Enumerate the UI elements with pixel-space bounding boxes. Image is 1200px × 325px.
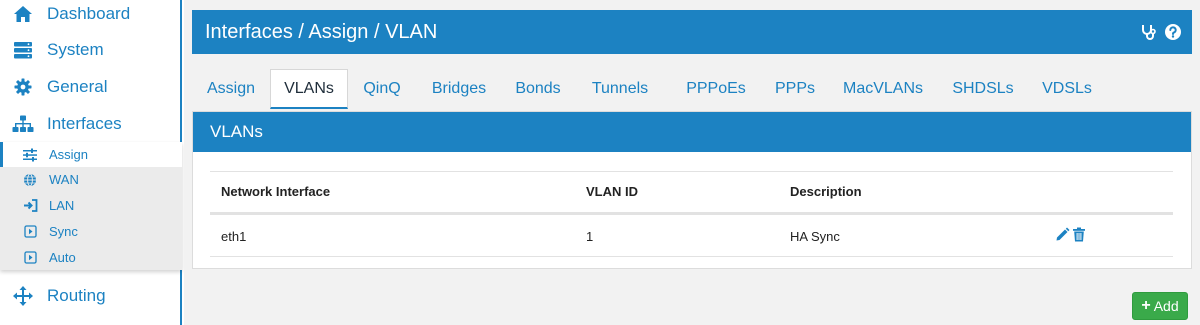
gear-icon (12, 76, 34, 98)
caret-square-icon (22, 250, 38, 266)
tab-pppoes[interactable]: PPPoEs (671, 69, 761, 109)
main-content: Interfaces / Assign / VLAN Assign VLANs … (184, 0, 1200, 325)
sidebar-item-general[interactable]: General (0, 69, 180, 105)
sidebar-item-label: Interfaces (47, 114, 122, 133)
tab-vlans[interactable]: VLANs (270, 69, 348, 109)
tab-tunnels[interactable]: Tunnels (581, 69, 659, 109)
column-header-network-interface: Network Interface (221, 184, 331, 199)
sidebar-item-interfaces[interactable]: Interfaces (0, 106, 180, 142)
submenu-item-wan[interactable]: WAN (0, 167, 182, 192)
submenu-item-label: Auto (49, 250, 76, 265)
sidebar: Dashboard System General Interfaces Assi… (0, 0, 182, 325)
sidebar-item-label: Dashboard (47, 4, 131, 23)
header-icons (1140, 23, 1182, 46)
tab-vdsls[interactable]: VDSLs (1032, 69, 1102, 109)
submenu-item-label: LAN (49, 198, 75, 213)
plus-icon: + (1141, 297, 1151, 314)
tab-macvlans[interactable]: MacVLANs (830, 69, 936, 109)
sidebar-item-routing[interactable]: Routing (0, 278, 180, 314)
tab-shdsls[interactable]: SHDSLs (943, 69, 1023, 109)
app-root: Dashboard System General Interfaces Assi… (0, 0, 1200, 325)
panel-header: VLANs (193, 112, 1191, 152)
server-icon (12, 39, 34, 61)
interfaces-submenu: Assign WAN LAN Sync Auto (0, 142, 182, 270)
sitemap-icon (12, 113, 34, 135)
tab-bar: Assign VLANs QinQ Bridges Bonds Tunnels … (192, 69, 1192, 109)
add-button-label: Add (1153, 298, 1179, 314)
tab-ppps[interactable]: PPPs (765, 69, 825, 109)
tab-bonds[interactable]: Bonds (505, 69, 571, 109)
tab-bridges[interactable]: Bridges (422, 69, 496, 109)
table-header-divider (210, 212, 1173, 215)
edit-icon[interactable] (1055, 227, 1070, 242)
page-header: Interfaces / Assign / VLAN (192, 10, 1192, 54)
globe-icon (22, 172, 38, 188)
sidebar-item-label: System (47, 40, 104, 59)
panel-title: VLANs (210, 122, 263, 141)
table-top-border (210, 171, 1173, 172)
tab-assign[interactable]: Assign (196, 69, 266, 109)
page-title: Interfaces / Assign / VLAN (205, 21, 438, 43)
home-icon (12, 3, 34, 25)
sliders-icon (22, 147, 38, 163)
add-button[interactable]: + Add (1132, 292, 1188, 320)
arrows-icon (12, 285, 34, 307)
vlans-panel: VLANs Network Interface VLAN ID Descript… (192, 111, 1192, 269)
column-header-description: Description (790, 184, 862, 199)
table-bottom-border (210, 256, 1173, 257)
tab-qinq[interactable]: QinQ (355, 69, 409, 109)
cell-vlan-id: 1 (586, 229, 594, 244)
column-header-vlan-id: VLAN ID (586, 184, 638, 199)
sidebar-item-label: Routing (47, 286, 106, 305)
sidebar-item-system[interactable]: System (0, 32, 180, 68)
sidebar-item-label: General (47, 77, 108, 96)
cell-network-interface: eth1 (221, 229, 247, 244)
submenu-item-auto[interactable]: Auto (0, 245, 182, 270)
trash-icon[interactable] (1072, 227, 1086, 242)
cell-description: HA Sync (790, 229, 840, 244)
caret-square-icon (22, 224, 38, 240)
submenu-item-label: WAN (49, 172, 79, 187)
submenu-item-lan[interactable]: LAN (0, 193, 182, 218)
stethoscope-icon[interactable] (1140, 23, 1158, 46)
row-actions (1055, 227, 1086, 242)
sign-in-icon (22, 198, 38, 214)
submenu-item-label: Sync (49, 224, 78, 239)
submenu-item-label: Assign (49, 147, 89, 162)
submenu-item-assign[interactable]: Assign (0, 142, 182, 167)
help-icon[interactable] (1164, 23, 1182, 46)
sidebar-item-dashboard[interactable]: Dashboard (0, 0, 180, 32)
submenu-item-sync[interactable]: Sync (0, 219, 182, 244)
